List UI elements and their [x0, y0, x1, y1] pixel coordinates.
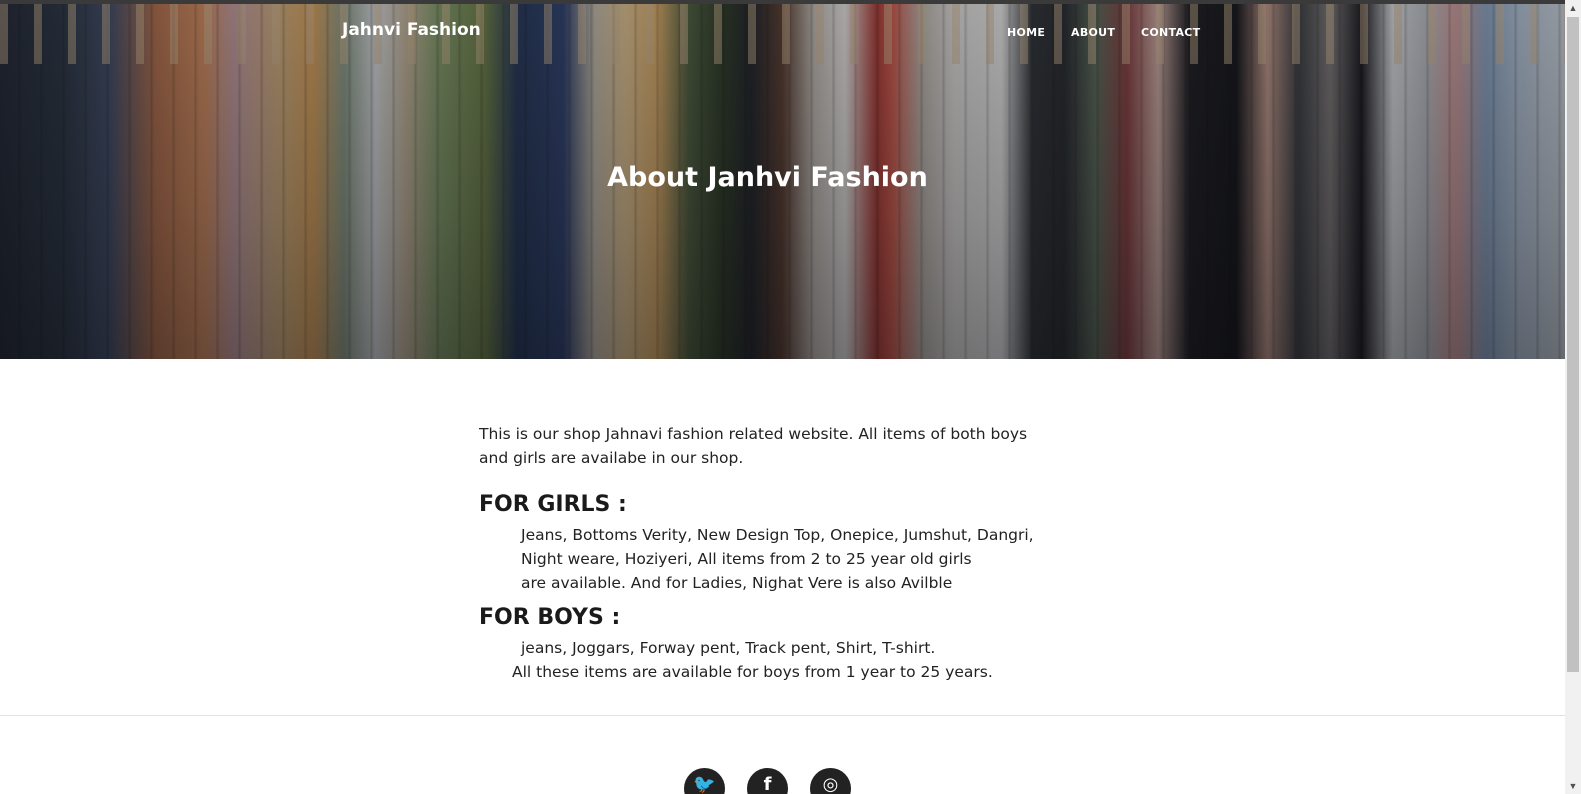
scrollbar-thumb[interactable]	[1567, 17, 1579, 672]
girls-items-line: Jeans, Bottoms Verity, New Design Top, O…	[521, 526, 1034, 544]
page-title: About Janhvi Fashion	[607, 162, 928, 193]
boys-heading: FOR BOYS :	[479, 605, 621, 630]
nav-contact-link[interactable]: CONTACT	[1141, 26, 1200, 39]
brand-link[interactable]: Jahnvi Fashion	[342, 20, 481, 40]
girls-items-text: Jeans, Bottoms Verity, New Design Top, O…	[521, 523, 1034, 595]
scroll-down-arrow-icon[interactable]: ▼	[1565, 778, 1581, 794]
intro-paragraph: This is our shop Jahnavi fashion related…	[479, 425, 1028, 467]
instagram-icon[interactable]: ◎	[810, 768, 851, 794]
boys-items-line: jeans, Joggars, Forway pent, Track pent,…	[521, 639, 936, 657]
nav-about-link[interactable]: ABOUT	[1071, 26, 1115, 39]
girls-items-line: are available. And for Ladies, Nighat Ve…	[521, 574, 953, 592]
footer-divider	[0, 715, 1565, 716]
boys-items-text: jeans, Joggars, Forway pent, Track pent,…	[479, 636, 1059, 684]
boys-items-line: All these items are available for boys f…	[512, 663, 993, 681]
girls-heading: FOR GIRLS :	[479, 492, 627, 517]
about-content: This is our shop Jahnavi fashion related…	[479, 422, 1059, 684]
scroll-up-arrow-icon[interactable]: ▲	[1565, 0, 1581, 16]
twitter-icon[interactable]: 🐦	[684, 768, 725, 794]
vertical-scrollbar[interactable]: ▲ ▼	[1565, 0, 1581, 794]
nav-home-link[interactable]: HOME	[1007, 26, 1045, 39]
page: Jahnvi Fashion HOME ABOUT CONTACT About …	[0, 0, 1565, 794]
girls-items-line: Night weare, Hoziyeri, All items from 2 …	[521, 550, 972, 568]
hero-header: Jahnvi Fashion HOME ABOUT CONTACT About …	[0, 4, 1565, 359]
social-links: 🐦 f ◎	[684, 768, 851, 794]
facebook-icon[interactable]: f	[747, 768, 788, 794]
